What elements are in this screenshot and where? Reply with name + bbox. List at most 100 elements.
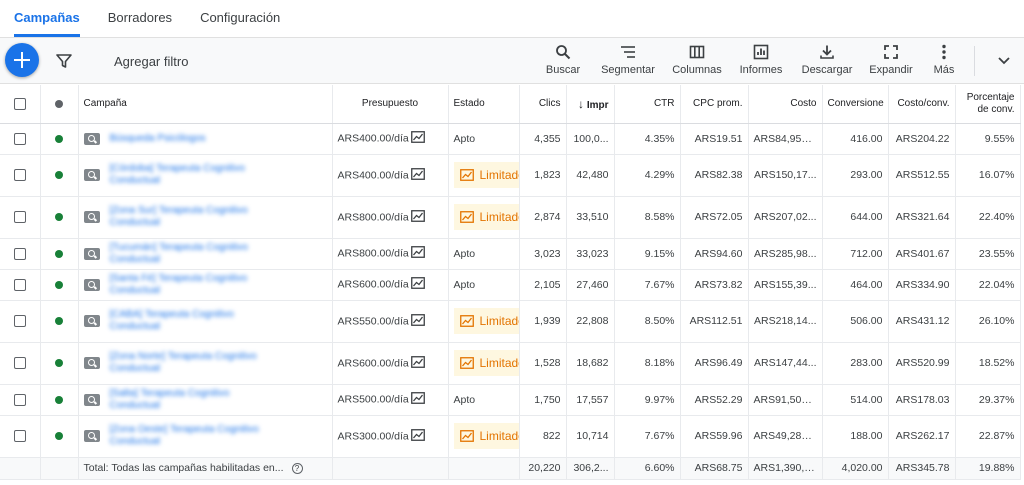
row-checkbox[interactable] bbox=[13, 357, 26, 370]
table-row[interactable]: [Santa Fé] Terapeuta Cognitivo Conductua… bbox=[0, 269, 1021, 301]
enabled-status-dot-icon[interactable] bbox=[55, 317, 63, 326]
budget-chart-icon[interactable] bbox=[410, 355, 425, 371]
more-button[interactable]: Más bbox=[928, 44, 960, 76]
cell-conversions: 514.00 bbox=[822, 384, 889, 416]
cell-impr: 100,0... bbox=[566, 123, 615, 155]
campaign-name-link[interactable]: [Salta] Terapeuta Cognitivo Conductual bbox=[110, 388, 260, 412]
column-header-conv-rate[interactable]: Porcentaje de conv. bbox=[955, 85, 1021, 124]
expand-button[interactable]: Expandir bbox=[866, 44, 916, 76]
campaign-name-link[interactable]: [Córdoba] Terapeuta Cognitivo Conductual bbox=[110, 163, 260, 187]
enabled-status-dot-icon[interactable] bbox=[55, 432, 63, 441]
enabled-status-dot-icon[interactable] bbox=[55, 134, 63, 143]
budget-chart-icon[interactable] bbox=[410, 167, 425, 183]
row-checkbox[interactable] bbox=[13, 430, 26, 443]
search-button[interactable]: Buscar bbox=[541, 44, 585, 76]
add-filter-button[interactable]: Agregar filtro bbox=[114, 54, 188, 69]
enabled-status-dot-icon[interactable] bbox=[55, 359, 63, 368]
limited-status-badge[interactable]: Limitado bbox=[453, 308, 518, 334]
row-checkbox[interactable] bbox=[13, 315, 26, 328]
row-checkbox[interactable] bbox=[13, 132, 26, 145]
budget-value[interactable]: ARS800.00/día bbox=[338, 247, 409, 259]
total-impr: 306,2... bbox=[566, 457, 615, 480]
reports-button[interactable]: Informes bbox=[736, 44, 786, 76]
row-checkbox[interactable] bbox=[13, 278, 26, 291]
column-header-budget[interactable]: Presupuesto bbox=[332, 85, 449, 124]
segment-button[interactable]: Segmentar bbox=[598, 44, 658, 76]
budget-chart-icon[interactable] bbox=[410, 277, 425, 292]
row-checkbox[interactable] bbox=[13, 169, 26, 182]
cell-cpc: ARS112.51 bbox=[680, 300, 749, 343]
add-campaign-button[interactable] bbox=[5, 43, 39, 77]
budget-value[interactable]: ARS300.00/día bbox=[338, 430, 409, 442]
sort-down-arrow-icon: ↓ bbox=[578, 96, 585, 111]
campaign-name-link[interactable]: [CABA] Terapeuta Cognitivo Conductual bbox=[110, 309, 260, 333]
column-header-clicks[interactable]: Clics bbox=[519, 85, 567, 124]
budget-value[interactable]: ARS800.00/día bbox=[338, 211, 409, 223]
budget-chart-icon[interactable] bbox=[410, 313, 425, 329]
enabled-status-dot-icon[interactable] bbox=[55, 249, 63, 258]
row-checkbox[interactable] bbox=[13, 247, 26, 260]
column-header-cpc[interactable]: CPC prom. bbox=[680, 85, 749, 124]
column-header-campaign[interactable]: Campaña bbox=[78, 85, 333, 124]
cell-clicks: 1,823 bbox=[519, 154, 567, 197]
budget-chart-icon[interactable] bbox=[410, 246, 425, 261]
campaign-name-link[interactable]: [Zona Oeste] Terapeuta Cognitivo Conduct… bbox=[110, 424, 260, 448]
table-row[interactable]: [Tucumán] Terapeuta Cognitivo Conductual… bbox=[0, 238, 1021, 270]
table-row[interactable]: Búsqueda Psicólogos ARS400.00/día Apto 4,35… bbox=[0, 123, 1021, 155]
budget-value[interactable]: ARS500.00/día bbox=[338, 393, 409, 405]
limited-status-badge[interactable]: Limitado bbox=[453, 423, 518, 449]
row-checkbox[interactable] bbox=[13, 393, 26, 406]
enabled-status-dot-icon[interactable] bbox=[55, 280, 63, 289]
budget-chart-icon[interactable] bbox=[410, 209, 425, 225]
cell-clicks: 3,023 bbox=[519, 238, 567, 270]
budget-value[interactable]: ARS600.00/día bbox=[338, 278, 409, 290]
table-row[interactable]: [Zona Sur] Terapeuta Cognitivo Conductua… bbox=[0, 196, 1021, 239]
limited-status-badge[interactable]: Limitado bbox=[453, 204, 518, 230]
row-checkbox[interactable] bbox=[13, 211, 26, 224]
cell-clicks: 1,939 bbox=[519, 300, 567, 343]
cell-clicks: 2,874 bbox=[519, 196, 567, 239]
budget-chart-icon[interactable] bbox=[410, 428, 425, 444]
column-header-conversions[interactable]: Conversione bbox=[822, 85, 889, 124]
budget-chart-icon[interactable] bbox=[410, 392, 425, 407]
table-row[interactable]: [Córdoba] Terapeuta Cognitivo Conductual… bbox=[0, 154, 1021, 197]
campaign-name-link[interactable]: [Zona Norte] Terapeuta Cognitivo Conduct… bbox=[110, 351, 260, 375]
table-row[interactable]: [Zona Oeste] Terapeuta Cognitivo Conduct… bbox=[0, 415, 1021, 458]
campaign-name-link[interactable]: [Zona Sur] Terapeuta Cognitivo Conductua… bbox=[110, 205, 260, 229]
table-row[interactable]: [Zona Norte] Terapeuta Cognitivo Conduct… bbox=[0, 342, 1021, 385]
cell-cost-conv: ARS520.99 bbox=[888, 342, 956, 385]
table-row[interactable]: [CABA] Terapeuta Cognitivo Conductual ARS… bbox=[0, 300, 1021, 343]
campaign-name-link[interactable]: [Tucumán] Terapeuta Cognitivo Conductual bbox=[110, 242, 260, 266]
campaign-name-link[interactable]: Búsqueda Psicólogos bbox=[110, 133, 206, 145]
limited-status-badge[interactable]: Limitado bbox=[453, 350, 518, 376]
limited-status-badge[interactable]: Limitado bbox=[453, 162, 518, 188]
cell-impr: 10,714 bbox=[566, 415, 615, 458]
column-header-cost[interactable]: Costo bbox=[748, 85, 823, 124]
help-icon[interactable]: ? bbox=[291, 462, 303, 474]
column-header-ctr[interactable]: CTR bbox=[614, 85, 681, 124]
select-all-checkbox[interactable] bbox=[13, 97, 26, 110]
budget-value[interactable]: ARS600.00/día bbox=[338, 357, 409, 369]
chevron-down-icon[interactable] bbox=[996, 52, 1012, 68]
enabled-status-dot-icon[interactable] bbox=[55, 213, 63, 222]
column-header-status[interactable]: Estado bbox=[448, 85, 520, 124]
table-row[interactable]: [Salta] Terapeuta Cognitivo Conductual AR… bbox=[0, 384, 1021, 416]
search-campaign-icon bbox=[83, 357, 100, 369]
filter-icon[interactable] bbox=[56, 53, 72, 69]
campaign-name-link[interactable]: [Santa Fé] Terapeuta Cognitivo Conductua… bbox=[110, 273, 260, 297]
tab-settings[interactable]: Configuración bbox=[200, 10, 280, 37]
enabled-status-dot-icon[interactable] bbox=[55, 395, 63, 404]
column-header-cost-conv[interactable]: Costo/conv. bbox=[888, 85, 956, 124]
tab-campaigns[interactable]: Campañas bbox=[14, 10, 80, 37]
cell-clicks: 4,355 bbox=[519, 123, 567, 155]
tab-drafts[interactable]: Borradores bbox=[108, 10, 172, 37]
budget-value[interactable]: ARS400.00/día bbox=[338, 132, 409, 144]
budget-chart-icon[interactable] bbox=[410, 131, 425, 146]
columns-button[interactable]: Columnas bbox=[669, 44, 725, 76]
column-header-impr[interactable]: ↓ Impr bbox=[566, 85, 615, 124]
download-button[interactable]: Descargar bbox=[798, 44, 856, 76]
budget-value[interactable]: ARS400.00/día bbox=[338, 169, 409, 181]
budget-value[interactable]: ARS550.00/día bbox=[338, 315, 409, 327]
enabled-status-dot-icon[interactable] bbox=[55, 171, 63, 180]
cell-conv-rate: 26.10% bbox=[955, 300, 1021, 343]
